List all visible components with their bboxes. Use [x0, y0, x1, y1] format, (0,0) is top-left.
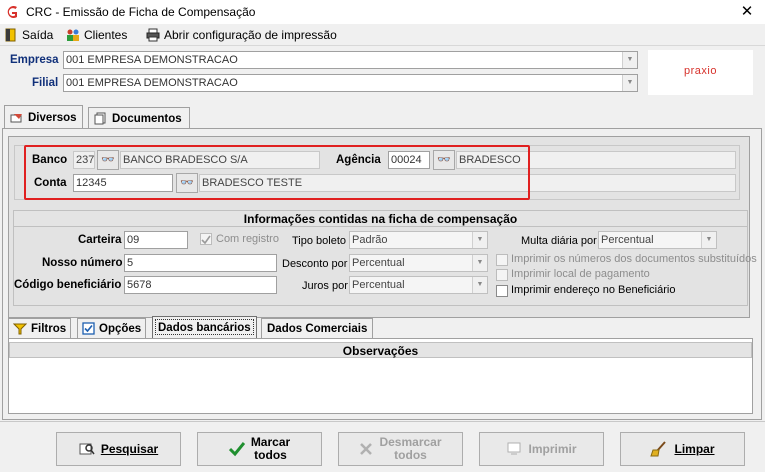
- documents-icon: [94, 112, 106, 125]
- multa-value: Percentual: [601, 234, 654, 246]
- nosso-numero-label: Nosso número: [42, 257, 123, 269]
- exit-door-icon: [5, 28, 16, 42]
- tab-opcoes-label: Opções: [99, 322, 142, 335]
- broom-icon: [650, 441, 667, 457]
- marcar-todos-button[interactable]: Marcar todos: [197, 432, 322, 466]
- title-bar: CRC - Emissão de Ficha de Compensação ✕: [0, 0, 765, 24]
- com-registro-checkbox[interactable]: [200, 233, 212, 245]
- search-icon: [79, 443, 95, 455]
- close-icon[interactable]: ✕: [736, 2, 758, 22]
- codigo-beneficiario-input[interactable]: 5678: [124, 276, 277, 294]
- desmarcar-todos-button[interactable]: Desmarcar todos: [338, 432, 463, 466]
- checkmark-icon: [228, 442, 245, 457]
- pesquisar-button[interactable]: Pesquisar: [56, 432, 181, 466]
- desmarcar-line2: todos: [394, 448, 427, 462]
- limpar-button[interactable]: Limpar: [620, 432, 745, 466]
- filter-funnel-icon: [13, 323, 27, 334]
- empresa-select[interactable]: 001 EMPRESA DEMONSTRACAO ▼: [63, 51, 638, 69]
- juros-label: Juros por: [302, 280, 348, 292]
- tab-documentos[interactable]: Documentos: [88, 107, 190, 129]
- ficha-section-title: Informações contidas na ficha de compens…: [13, 210, 748, 227]
- empresa-label: Empresa: [10, 54, 59, 66]
- chevron-down-icon[interactable]: ▼: [701, 232, 716, 248]
- tab-diversos[interactable]: Diversos: [4, 105, 83, 129]
- marcar-todos-text: Marcar todos: [251, 436, 290, 462]
- endereco-beneficiario-label: Imprimir endereço no Beneficiário: [511, 284, 676, 296]
- tab-filtros[interactable]: Filtros: [8, 318, 72, 338]
- tipo-boleto-select[interactable]: Padrão ▼: [349, 231, 488, 249]
- com-registro-label: Com registro: [216, 233, 279, 245]
- filial-select[interactable]: 001 EMPRESA DEMONSTRACAO ▼: [63, 74, 638, 92]
- exit-label: Saída: [22, 28, 54, 42]
- filial-value: 001 EMPRESA DEMONSTRACAO: [66, 77, 238, 89]
- endereco-beneficiario-checkbox[interactable]: [496, 285, 508, 297]
- chevron-down-icon[interactable]: ▼: [472, 232, 487, 248]
- numeros-substituidos-label: Imprimir os números dos documentos subst…: [511, 253, 757, 265]
- juros-value: Percentual: [352, 279, 405, 291]
- logo-text: praxio: [684, 65, 717, 77]
- pesquisar-label: Pesquisar: [100, 441, 159, 456]
- desconto-value: Percentual: [352, 257, 405, 269]
- empresa-value: 001 EMPRESA DEMONSTRACAO: [66, 54, 238, 66]
- printer-icon: [146, 28, 160, 42]
- chevron-down-icon[interactable]: ▼: [472, 255, 487, 271]
- juros-select[interactable]: Percentual ▼: [349, 276, 488, 294]
- observacoes-title: Observações: [9, 342, 752, 358]
- desmarcar-todos-text: Desmarcar todos: [379, 436, 441, 462]
- tab-filtros-label: Filtros: [31, 322, 67, 335]
- clients-icon: [67, 29, 79, 41]
- tipo-boleto-label: Tipo boleto: [292, 235, 347, 247]
- chevron-down-icon[interactable]: ▼: [622, 75, 637, 91]
- local-pagamento-label: Imprimir local de pagamento: [511, 268, 650, 280]
- imprimir-label: Imprimir: [528, 441, 577, 456]
- filial-label: Filial: [32, 77, 59, 89]
- app-logo-icon: [7, 6, 17, 18]
- menu-bar: Saída Clientes Abrir configuração de imp…: [0, 24, 765, 46]
- tab-documentos-label: Documentos: [112, 112, 182, 125]
- tab-dados-comerciais[interactable]: Dados Comerciais: [261, 318, 374, 338]
- checkbox-icon: [82, 322, 95, 335]
- window-title: CRC - Emissão de Ficha de Compensação: [26, 5, 256, 19]
- numeros-substituidos-checkbox[interactable]: [496, 254, 508, 266]
- marcar-line2: todos: [254, 448, 287, 462]
- desconto-select[interactable]: Percentual ▼: [349, 254, 488, 272]
- tab-dados-bancarios[interactable]: Dados bancários: [152, 316, 257, 338]
- exit-menu-item[interactable]: Saída: [4, 26, 53, 44]
- clients-label: Clientes: [84, 28, 128, 42]
- carteira-label: Carteira: [78, 234, 122, 246]
- nosso-numero-input[interactable]: 5: [124, 254, 277, 272]
- carteira-input[interactable]: 09: [124, 231, 188, 249]
- imprimir-button[interactable]: Imprimir: [479, 432, 604, 466]
- tab-opcoes[interactable]: Opções: [77, 318, 147, 338]
- chevron-down-icon[interactable]: ▼: [472, 277, 487, 293]
- tab-diversos-label: Diversos: [28, 111, 77, 124]
- multa-label: Multa diária por: [521, 235, 597, 247]
- highlight-box: [24, 145, 530, 200]
- codigo-beneficiario-label: Código beneficiário: [14, 279, 122, 291]
- company-logo: praxio: [648, 50, 753, 95]
- tab-dados-bancarios-label: Dados bancários: [158, 321, 251, 334]
- clients-menu-item[interactable]: Clientes: [66, 26, 127, 44]
- observacoes-textarea[interactable]: [9, 358, 752, 413]
- multa-select[interactable]: Percentual ▼: [598, 231, 717, 249]
- print-config-label: Abrir configuração de impressão: [164, 28, 337, 42]
- pencil-icon: [10, 113, 22, 122]
- chevron-down-icon[interactable]: ▼: [622, 52, 637, 68]
- x-mark-icon: [360, 443, 373, 455]
- desconto-label: Desconto por: [282, 258, 348, 270]
- checkmark-icon: [201, 235, 211, 245]
- local-pagamento-checkbox[interactable]: [496, 269, 508, 281]
- tipo-boleto-value: Padrão: [352, 234, 388, 246]
- limpar-label: Limpar: [674, 441, 715, 456]
- printer-icon: [507, 442, 521, 455]
- tab-dados-comerciais-label: Dados Comerciais: [267, 322, 368, 335]
- print-config-menu-item[interactable]: Abrir configuração de impressão: [146, 26, 337, 44]
